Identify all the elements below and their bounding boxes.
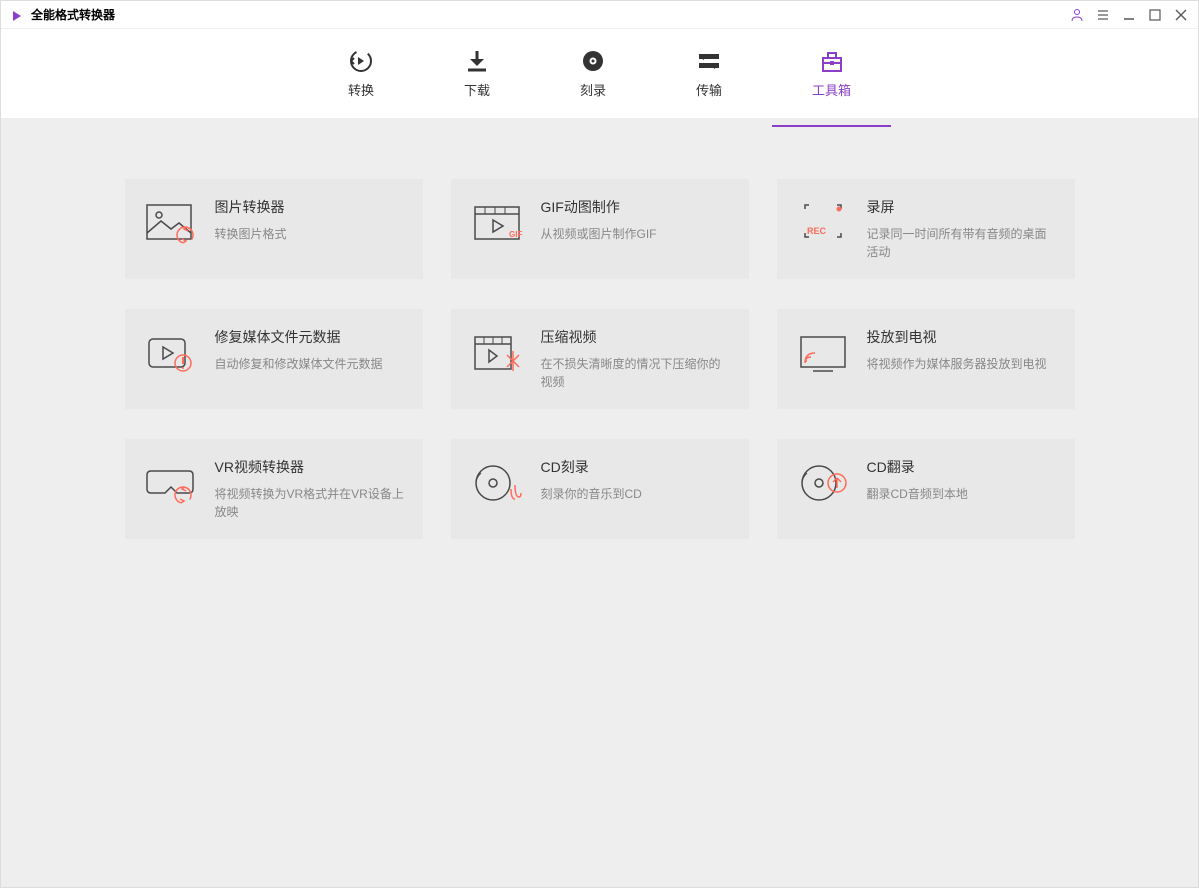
tool-title: CD翻录 [867, 457, 1057, 477]
nav-label: 转换 [348, 80, 374, 99]
content-area: 图片转换器 转换图片格式 GIF GIF动图制作 从视频或图片制作GIF REC [1, 119, 1198, 887]
tool-compress-video[interactable]: 压缩视频 在不损失清晰度的情况下压缩你的视频 [451, 309, 749, 409]
fix-metadata-icon [143, 331, 199, 375]
tool-text: CD刻录 刻录你的音乐到CD [541, 457, 731, 503]
svg-text:REC: REC [807, 226, 827, 236]
tool-text: CD翻录 翻录CD音频到本地 [867, 457, 1057, 503]
nav-transfer[interactable]: 传输 [686, 40, 732, 107]
cd-burn-icon [469, 461, 525, 505]
convert-icon [348, 48, 374, 74]
user-icon[interactable] [1070, 8, 1084, 22]
tool-text: 图片转换器 转换图片格式 [215, 197, 405, 243]
app-logo-icon [11, 9, 23, 21]
tool-cast-tv[interactable]: 投放到电视 将视频作为媒体服务器投放到电视 [777, 309, 1075, 409]
close-icon[interactable] [1174, 8, 1188, 22]
nav-convert[interactable]: 转换 [338, 40, 384, 107]
cd-rip-icon [795, 461, 851, 505]
tool-grid: 图片转换器 转换图片格式 GIF GIF动图制作 从视频或图片制作GIF REC [125, 179, 1075, 539]
tool-cd-burn[interactable]: CD刻录 刻录你的音乐到CD [451, 439, 749, 539]
tool-image-converter[interactable]: 图片转换器 转换图片格式 [125, 179, 423, 279]
tool-desc: 将视频作为媒体服务器投放到电视 [867, 355, 1057, 373]
nav-burn[interactable]: 刻录 [570, 40, 616, 107]
image-converter-icon [143, 201, 199, 245]
tool-desc: 将视频转换为VR格式并在VR设备上放映 [215, 485, 405, 521]
tool-title: 投放到电视 [867, 327, 1057, 347]
nav-download[interactable]: 下载 [454, 40, 500, 107]
tool-desc: 从视频或图片制作GIF [541, 225, 731, 243]
tool-cd-rip[interactable]: CD翻录 翻录CD音频到本地 [777, 439, 1075, 539]
tool-desc: 在不损失清晰度的情况下压缩你的视频 [541, 355, 731, 391]
tool-title: 录屏 [867, 197, 1057, 217]
nav-label: 传输 [696, 80, 722, 99]
tool-title: 修复媒体文件元数据 [215, 327, 405, 347]
gif-maker-icon: GIF [469, 201, 525, 245]
tool-desc: 翻录CD音频到本地 [867, 485, 1057, 503]
tool-vr-converter[interactable]: VR视频转换器 将视频转换为VR格式并在VR设备上放映 [125, 439, 423, 539]
tool-title: CD刻录 [541, 457, 731, 477]
menu-icon[interactable] [1096, 8, 1110, 22]
nav-label: 刻录 [580, 80, 606, 99]
tool-gif-maker[interactable]: GIF GIF动图制作 从视频或图片制作GIF [451, 179, 749, 279]
cast-tv-icon [795, 331, 851, 375]
titlebar-left: 全能格式转换器 [11, 6, 115, 23]
tool-text: 录屏 记录同一时间所有带有音频的桌面活动 [867, 197, 1057, 261]
nav-toolbox[interactable]: 工具箱 [802, 40, 861, 107]
minimize-icon[interactable] [1122, 8, 1136, 22]
burn-icon [580, 48, 606, 74]
screen-record-icon: REC [795, 201, 851, 245]
toolbox-icon [819, 48, 845, 74]
tool-text: 修复媒体文件元数据 自动修复和修改媒体文件元数据 [215, 327, 405, 373]
nav-label: 下载 [464, 80, 490, 99]
tool-desc: 记录同一时间所有带有音频的桌面活动 [867, 225, 1057, 261]
navbar: 转换 下载 刻录 传输 工具箱 [1, 29, 1198, 119]
tool-fix-metadata[interactable]: 修复媒体文件元数据 自动修复和修改媒体文件元数据 [125, 309, 423, 409]
nav-label: 工具箱 [812, 80, 851, 99]
maximize-icon[interactable] [1148, 8, 1162, 22]
vr-converter-icon [143, 461, 199, 505]
tool-desc: 自动修复和修改媒体文件元数据 [215, 355, 405, 373]
tool-desc: 刻录你的音乐到CD [541, 485, 731, 503]
svg-text:GIF: GIF [509, 230, 522, 239]
tool-screen-record[interactable]: REC 录屏 记录同一时间所有带有音频的桌面活动 [777, 179, 1075, 279]
tool-title: GIF动图制作 [541, 197, 731, 217]
app-title: 全能格式转换器 [31, 6, 115, 23]
titlebar: 全能格式转换器 [1, 1, 1198, 29]
tool-desc: 转换图片格式 [215, 225, 405, 243]
tool-title: 图片转换器 [215, 197, 405, 217]
tool-title: VR视频转换器 [215, 457, 405, 477]
tool-text: 压缩视频 在不损失清晰度的情况下压缩你的视频 [541, 327, 731, 391]
titlebar-right [1070, 8, 1188, 22]
tool-title: 压缩视频 [541, 327, 731, 347]
tool-text: 投放到电视 将视频作为媒体服务器投放到电视 [867, 327, 1057, 373]
transfer-icon [696, 48, 722, 74]
tool-text: GIF动图制作 从视频或图片制作GIF [541, 197, 731, 243]
app-window: 全能格式转换器 转换 [0, 0, 1199, 888]
download-icon [464, 48, 490, 74]
compress-video-icon [469, 331, 525, 375]
tool-text: VR视频转换器 将视频转换为VR格式并在VR设备上放映 [215, 457, 405, 521]
